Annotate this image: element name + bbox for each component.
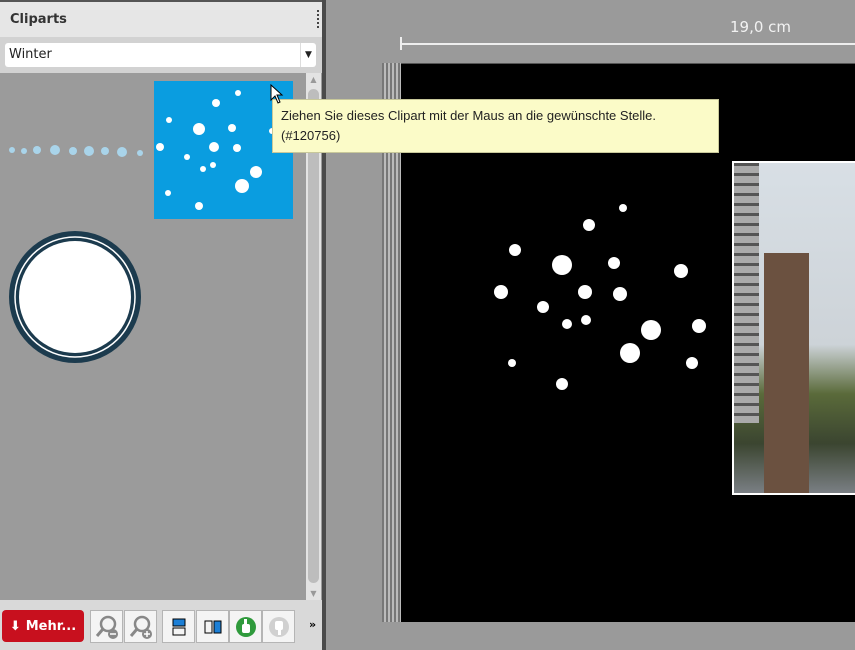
placed-photo[interactable] (732, 161, 855, 495)
align-horizontal-button[interactable] (162, 610, 195, 643)
clipart-tooltip: Ziehen Sie dieses Clipart mit der Maus a… (272, 99, 719, 153)
more-label: Mehr... (25, 618, 77, 634)
grip-icon[interactable] (317, 10, 319, 28)
thumbs-up-icon (235, 616, 256, 637)
zoom-out-icon (95, 615, 118, 639)
like-button[interactable] (229, 610, 262, 643)
chevron-down-icon: ▼ (300, 43, 316, 67)
tooltip-text: Ziehen Sie dieses Clipart mit der Maus a… (281, 108, 657, 123)
panel-splitter[interactable] (322, 0, 326, 650)
align-vertical-button[interactable] (196, 610, 229, 643)
clipart-round-frame[interactable] (9, 231, 141, 363)
zoom-in-button[interactable] (124, 610, 157, 643)
tower (764, 253, 809, 493)
scaffold (734, 163, 759, 423)
panel-title: Cliparts (10, 12, 67, 27)
thumbs-down-icon (268, 616, 289, 637)
zoom-in-icon (129, 615, 152, 639)
scroll-down-icon[interactable]: ▼ (306, 589, 321, 598)
download-icon: ⬇ (9, 618, 21, 634)
category-value: Winter (9, 47, 52, 62)
scrollbar-thumb[interactable] (308, 89, 319, 583)
panel-header: Cliparts (0, 0, 322, 37)
overflow-chevron-icon[interactable]: » (309, 618, 316, 631)
align-vertical-icon (204, 620, 221, 633)
mouse-cursor-icon (270, 84, 284, 104)
more-button[interactable]: ⬇ Mehr... (2, 610, 84, 642)
tooltip-id: (#120756) (281, 128, 341, 143)
width-ruler (401, 43, 855, 45)
clipart-dots-line[interactable] (9, 145, 143, 157)
panel-toolbar: ⬇ Mehr... » (0, 600, 322, 650)
dislike-button[interactable] (262, 610, 295, 643)
zoom-out-button[interactable] (90, 610, 123, 643)
scroll-up-icon[interactable]: ▲ (306, 75, 321, 84)
align-horizontal-icon (172, 618, 185, 635)
category-dropdown[interactable]: Winter ▼ (5, 43, 316, 67)
clipart-grid (9, 81, 293, 363)
ruler-label: 19,0 cm (730, 18, 792, 36)
placed-clipart-snow[interactable] (490, 195, 720, 395)
category-row: Winter ▼ (0, 37, 322, 73)
